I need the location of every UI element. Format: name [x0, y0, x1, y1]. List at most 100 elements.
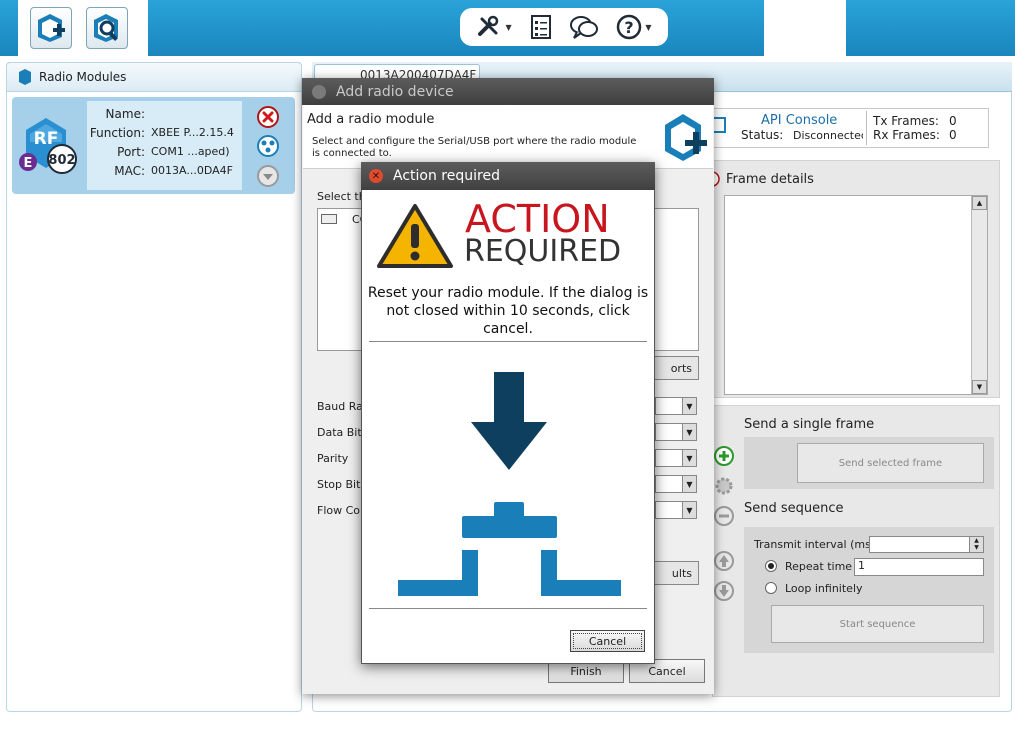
serial-port-icon — [321, 214, 337, 224]
module-mac-label: MAC: — [114, 163, 145, 178]
chevron-down-icon: ▼ — [682, 476, 696, 492]
radio-module-icon — [19, 69, 31, 85]
down-arrow-icon — [471, 372, 547, 470]
svg-text:?: ? — [625, 18, 634, 37]
stop-bits-select[interactable]: ▼ — [655, 475, 697, 493]
module-name-label: Name: — [105, 106, 145, 121]
chevron-down-icon: ▼ — [682, 450, 696, 466]
add-radio-module-header: Add a radio module Select and configure … — [303, 105, 713, 169]
action-required-title: Action required — [393, 168, 500, 184]
move-down-icon[interactable] — [713, 580, 735, 602]
divider — [369, 608, 647, 609]
reset-button-icon — [462, 502, 557, 538]
action-cancel-button[interactable]: Cancel — [570, 630, 645, 652]
flow-control-select[interactable]: ▼ — [655, 501, 697, 519]
remove-module-icon[interactable] — [256, 105, 280, 129]
baud-rate-label: Baud Ra — [317, 400, 363, 413]
module-802-badge: 802 — [48, 153, 75, 168]
status-value: Disconnected — [793, 129, 863, 142]
spinner-icon[interactable]: ▲ ▼ — [969, 537, 983, 552]
toolbar-right-tab[interactable] — [764, 0, 846, 56]
configuration-list-button[interactable] — [529, 14, 553, 40]
add-radio-device-icon — [38, 14, 65, 42]
module-function-value: XBEE P...2.15.4 — [151, 126, 234, 139]
transmit-interval-label: Transmit interval (ms — [754, 538, 871, 551]
send-single-title: Send a single frame — [744, 417, 875, 432]
add-radio-module-title: Add a radio module — [307, 112, 435, 127]
transmit-interval-input[interactable]: ▲ ▼ — [869, 536, 984, 553]
module-mac-value: 0013A...0DA4F — [151, 164, 233, 177]
close-icon[interactable]: ✕ — [369, 169, 383, 183]
flow-control-label: Flow Con — [317, 504, 367, 517]
repeat-time-label: Repeat time — [785, 560, 853, 573]
console-status-box: API Console Status: Disconnected Tx Fram… — [706, 108, 989, 148]
chevron-down-icon: ▼ — [682, 424, 696, 440]
parity-select[interactable]: ▼ — [655, 449, 697, 467]
tx-frames-value: 0 — [949, 114, 957, 128]
xbee-module-icon: RF E 802 — [19, 118, 77, 174]
move-up-icon[interactable] — [713, 550, 735, 572]
remove-frame-icon[interactable] — [713, 505, 735, 527]
chevron-down-icon: ▼ — [682, 502, 696, 518]
frame-details-title: Frame details — [726, 172, 814, 187]
tools-menu[interactable]: ▼ — [476, 14, 512, 40]
close-icon[interactable] — [312, 84, 326, 99]
data-bits-select[interactable]: ▼ — [655, 423, 697, 441]
stop-bits-label: Stop Bits — [317, 478, 367, 491]
chevron-down-icon: ▼ — [505, 22, 512, 32]
help-menu[interactable]: ? ▼ — [616, 14, 652, 40]
scroll-up-icon[interactable]: ▲ — [972, 196, 987, 210]
configuration-list-icon — [530, 15, 551, 39]
frame-details-area[interactable] — [724, 195, 988, 395]
add-radio-device-title: Add radio device — [336, 83, 454, 100]
tools-toolbar: ▼ ? ▼ — [460, 8, 668, 46]
required-heading: REQUIRED — [464, 234, 622, 269]
rx-frames-value: 0 — [949, 128, 957, 142]
radio-modules-title: Radio Modules — [39, 70, 127, 84]
frame-details-scrollbar[interactable]: ▲ ▼ — [971, 196, 987, 394]
repeat-time-input[interactable]: 1 — [854, 558, 984, 576]
gear-icon[interactable] — [713, 475, 735, 497]
chat-icon — [570, 16, 599, 39]
api-console-label: API Console — [761, 113, 838, 128]
chevron-down-icon[interactable] — [256, 164, 280, 188]
add-radio-device-icon — [665, 114, 707, 161]
chevron-down-icon: ▼ — [682, 398, 696, 414]
start-sequence-button[interactable]: Start sequence — [771, 605, 984, 643]
tools-icon — [478, 15, 499, 36]
loop-infinitely-radio[interactable] — [765, 582, 777, 594]
module-e-badge: E — [24, 156, 33, 171]
repeat-time-radio[interactable] — [765, 560, 777, 572]
module-port-label: Port: — [117, 144, 145, 159]
data-bits-label: Data Bits — [317, 426, 368, 439]
send-sequence-title: Send sequence — [744, 501, 844, 516]
action-required-titlebar: ✕ Action required — [361, 162, 655, 190]
discover-devices-icon — [94, 14, 118, 42]
add-frame-icon[interactable] — [713, 445, 735, 467]
divider — [369, 341, 647, 342]
help-icon: ? — [617, 14, 642, 40]
warning-icon — [377, 204, 453, 268]
rx-frames-label: Rx Frames: — [873, 128, 940, 142]
parity-label: Parity — [317, 452, 349, 465]
loop-infinitely-label: Loop infinitely — [785, 582, 863, 595]
discover-devices-button[interactable] — [86, 7, 128, 49]
module-info: Name: Function: XBEE P...2.15.4 Port: CO… — [87, 101, 242, 190]
network-icon[interactable] — [256, 134, 280, 158]
reset-module-illustration — [398, 372, 621, 596]
send-selected-frame-button[interactable]: Send selected frame — [797, 443, 984, 483]
tx-frames-label: Tx Frames: — [873, 114, 939, 128]
chevron-down-icon: ▼ — [645, 22, 652, 32]
module-port-value: COM1 ...aped) — [151, 145, 230, 158]
status-label: Status: — [741, 128, 784, 142]
add-radio-device-titlebar: Add radio device — [302, 78, 714, 105]
add-radio-device-button[interactable] — [30, 7, 72, 49]
baud-rate-select[interactable]: ▼ — [655, 397, 697, 415]
scroll-down-icon[interactable]: ▼ — [972, 380, 987, 394]
device-base-icon — [398, 550, 621, 596]
select-port-label: Select th — [317, 190, 366, 203]
chat-button[interactable] — [569, 14, 599, 40]
module-function-label: Function: — [89, 125, 145, 140]
radio-modules-header: Radio Modules — [6, 62, 302, 92]
status-divider — [866, 111, 867, 145]
